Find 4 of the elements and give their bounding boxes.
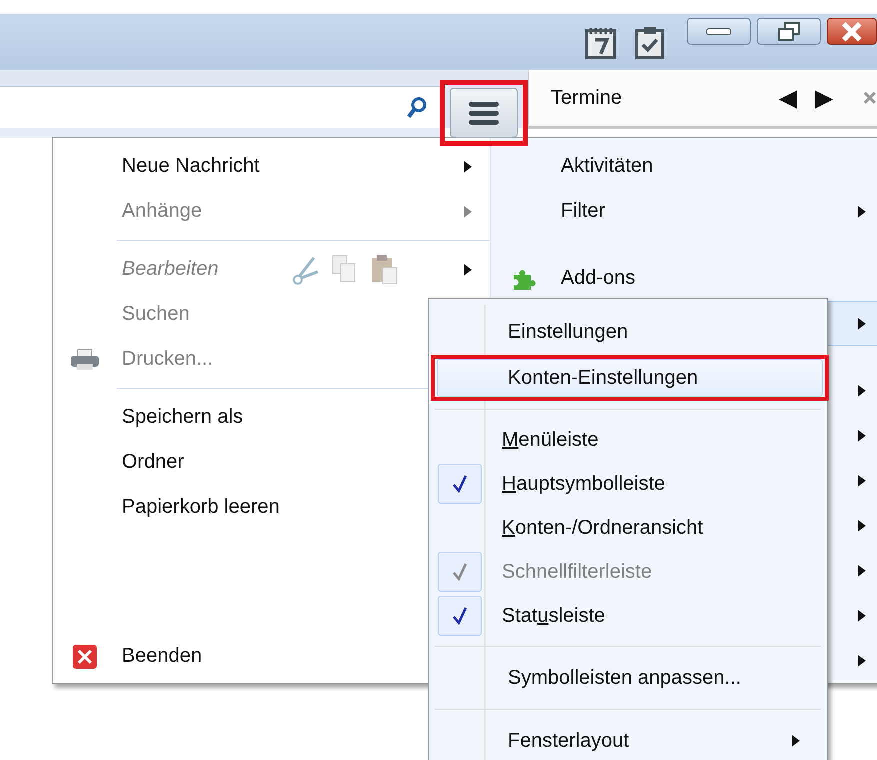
menu-item-label: Aktivitäten [561,155,654,178]
menu-item-label: Filter [561,200,606,223]
menu-item-label: Add-ons [561,267,636,290]
pane-title: Termine [551,86,624,110]
